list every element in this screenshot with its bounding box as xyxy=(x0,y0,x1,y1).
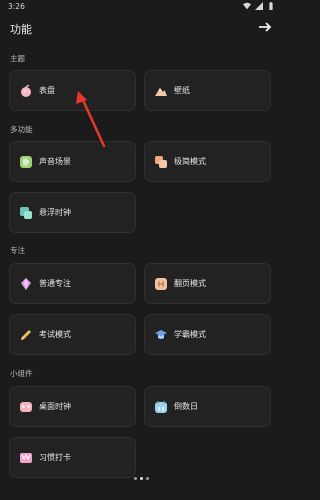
section-label-multi: 多功能 xyxy=(10,125,33,134)
graduation-cap-icon xyxy=(155,330,167,339)
card-flip-mode[interactable]: 翻页模式 xyxy=(144,263,271,304)
card-label: 普通专注 xyxy=(39,279,71,288)
card-label: 极简模式 xyxy=(174,157,206,166)
gem-icon xyxy=(21,278,31,290)
section-label-widget: 小组件 xyxy=(10,369,33,378)
annotation-arrow-icon xyxy=(76,91,106,148)
page-indicator xyxy=(134,477,149,480)
card-minimal-mode[interactable]: 极简模式 xyxy=(144,141,271,182)
sound-icon xyxy=(20,156,32,168)
card-label: 考试模式 xyxy=(39,330,71,339)
arrow-right-icon[interactable] xyxy=(258,20,272,34)
page-dot-active xyxy=(140,477,143,480)
status-icons xyxy=(243,2,275,10)
wifi-icon xyxy=(243,2,251,10)
page-dot xyxy=(134,477,137,480)
card-label: 倒数日 xyxy=(174,402,198,411)
section-label-theme: 主题 xyxy=(10,54,25,63)
battery-icon xyxy=(269,2,273,10)
card-label: 习惯打卡 xyxy=(39,453,71,462)
card-label: 壁纸 xyxy=(174,86,190,95)
card-label: 声音场景 xyxy=(39,157,71,166)
section-label-focus: 专注 xyxy=(10,246,25,255)
signal-icon xyxy=(255,2,263,10)
page-dot xyxy=(146,477,149,480)
card-desktop-clock[interactable]: 桌面时钟 xyxy=(9,386,136,427)
peach-icon xyxy=(21,85,31,97)
card-label: 悬浮时钟 xyxy=(39,208,71,217)
float-icon xyxy=(20,207,32,219)
minimal-icon xyxy=(155,156,167,168)
card-label: 翻页模式 xyxy=(174,279,206,288)
card-label: 桌面时钟 xyxy=(39,402,71,411)
card-scholar-mode[interactable]: 学霸模式 xyxy=(144,314,271,355)
card-countdown-day[interactable]: 倒数日 xyxy=(144,386,271,427)
card-normal-focus[interactable]: 普通专注 xyxy=(9,263,136,304)
card-label: 学霸模式 xyxy=(174,330,206,339)
header: 功能 xyxy=(0,17,281,39)
page-title: 功能 xyxy=(10,23,32,36)
flip-icon xyxy=(155,278,167,290)
card-habit-checkin[interactable]: 习惯打卡 xyxy=(9,437,136,478)
clock-icon xyxy=(20,402,32,412)
calendar-icon xyxy=(155,401,167,413)
card-label: 表盘 xyxy=(39,86,55,95)
mountain-icon xyxy=(155,88,167,96)
pencil-icon xyxy=(21,330,31,340)
checkin-icon xyxy=(20,453,32,463)
card-wallpaper[interactable]: 壁纸 xyxy=(144,70,271,111)
status-bar: 3:26 xyxy=(0,0,281,14)
card-exam-mode[interactable]: 考试模式 xyxy=(9,314,136,355)
card-floating-clock[interactable]: 悬浮时钟 xyxy=(9,192,136,233)
status-time: 3:26 xyxy=(8,2,25,11)
